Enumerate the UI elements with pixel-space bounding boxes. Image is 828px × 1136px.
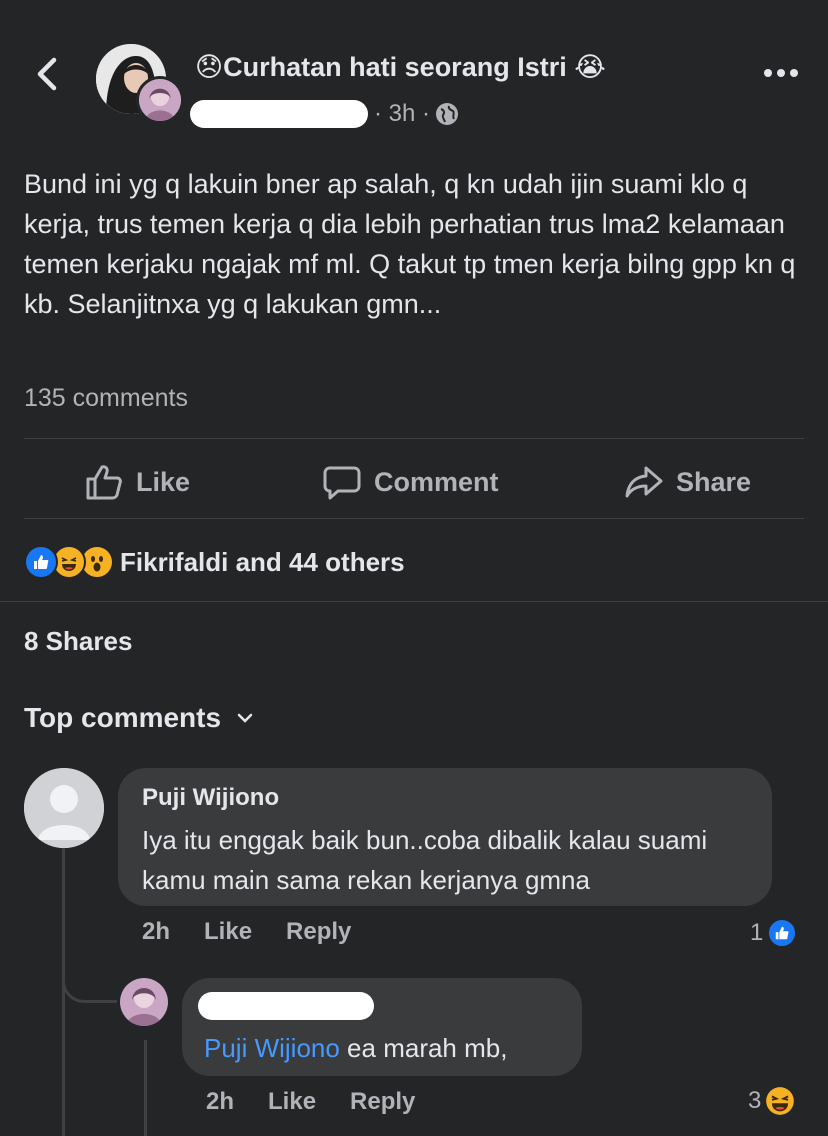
divider: [24, 438, 804, 439]
comment-bubble[interactable]: Puji Wijiono Iya itu enggak baik bun..co…: [118, 768, 772, 906]
like-reaction-icon: [767, 918, 798, 948]
share-label: Share: [676, 466, 752, 497]
reply-reply-button[interactable]: Reply: [350, 1088, 415, 1116]
comment-author[interactable]: Puji Wijiono: [142, 784, 279, 812]
comment-time: 2h: [142, 918, 171, 945]
chevron-left-icon: [37, 57, 57, 91]
comment-reply-button[interactable]: Reply: [286, 918, 351, 946]
section-divider: [0, 601, 828, 602]
reply-bubble[interactable]: Puji Wijiono ea marah mb,: [182, 978, 582, 1076]
reply-reaction-count: 3: [748, 1087, 762, 1114]
author-avatar[interactable]: [136, 76, 184, 124]
shares-count[interactable]: 8 Shares: [24, 626, 132, 657]
post-body: Bund ini yg q lakuin bner ap salah, q kn…: [24, 169, 796, 319]
reply-author-avatar[interactable]: [120, 978, 168, 1026]
share-button[interactable]: Share: [624, 460, 751, 504]
thumbs-up-icon: [86, 465, 122, 500]
reply-meta: 2h Like Reply: [206, 1088, 449, 1116]
chevron-down-icon: [237, 713, 253, 723]
comment-reactions[interactable]: 1: [750, 918, 798, 948]
more-options-button[interactable]: [762, 63, 802, 88]
redacted-author-name: [190, 100, 368, 128]
reply-mention[interactable]: Puji Wijiono: [204, 1033, 340, 1063]
reply-time: 2h: [206, 1088, 235, 1115]
comments-count[interactable]: 135 comments: [24, 384, 188, 413]
globe-icon: [436, 103, 459, 125]
default-avatar-icon: [24, 768, 104, 848]
comment-reaction-count: 1: [750, 919, 764, 946]
reply-body: ea marah mb,: [339, 1033, 508, 1063]
share-icon: [625, 466, 663, 498]
comment-like-button[interactable]: Like: [204, 918, 252, 946]
comment-button[interactable]: Comment: [322, 460, 499, 504]
top-comments-filter[interactable]: Top comments: [24, 702, 257, 734]
back-button[interactable]: [28, 52, 68, 96]
like-reaction-icon: [24, 545, 58, 579]
group-avatar[interactable]: [96, 44, 184, 124]
reply-thread-line: [144, 1040, 147, 1136]
comment-text: Iya itu enggak baik bun..coba dibalik ka…: [142, 825, 708, 895]
post-meta: · 3h ·: [190, 97, 460, 131]
reply-reactions[interactable]: 3: [748, 1086, 795, 1116]
post-time: · 3h ·: [374, 100, 431, 127]
top-comments-label: Top comments: [24, 702, 222, 733]
commenter-avatar[interactable]: [24, 768, 104, 848]
reactions-summary[interactable]: Fikrifaldi and 44 others: [24, 542, 405, 582]
reply-like-button[interactable]: Like: [268, 1088, 316, 1116]
reply-text: Puji Wijiono ea marah mb,: [204, 1028, 507, 1068]
haha-reaction-icon: [766, 1087, 795, 1115]
divider: [24, 518, 804, 519]
comment-icon: [323, 466, 361, 500]
like-button[interactable]: Like: [84, 460, 190, 504]
redacted-reply-author: [198, 992, 374, 1020]
comment-meta: 2h Like Reply: [142, 918, 385, 946]
like-label: Like: [136, 466, 191, 497]
ellipsis-icon: [764, 69, 798, 77]
reactions-text: Fikrifaldi and 44 others: [120, 546, 405, 577]
comment-label: Comment: [374, 466, 499, 497]
group-name[interactable]: 😞Curhatan hati seorang Istri 😭: [195, 52, 606, 83]
reply-connector: [62, 968, 117, 1003]
